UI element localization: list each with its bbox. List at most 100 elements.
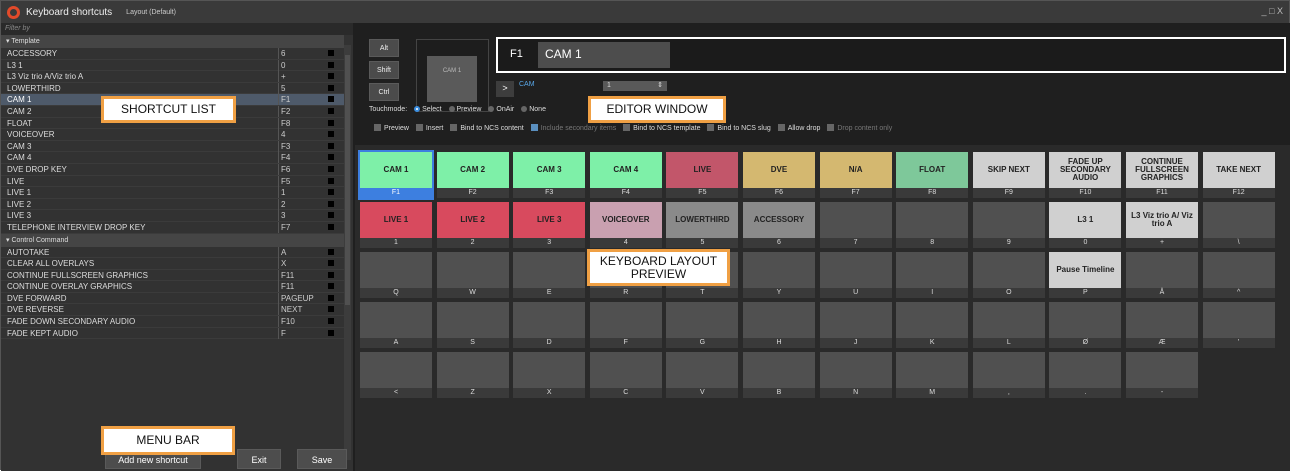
keyboard-key[interactable]: C: [589, 352, 662, 398]
window-controls[interactable]: _ □ X: [1262, 6, 1283, 16]
shortcut-key[interactable]: 5: [278, 82, 328, 94]
shortcut-key[interactable]: NEXT: [278, 304, 328, 316]
color-swatch-icon[interactable]: [328, 96, 334, 103]
color-swatch-icon[interactable]: [328, 200, 334, 207]
keyboard-key[interactable]: Å: [1126, 252, 1198, 298]
template-shortcut-row[interactable]: DVE DROP KEY F6: [1, 163, 344, 176]
keyboard-key[interactable]: W: [436, 252, 509, 298]
keyboard-key[interactable]: K: [896, 302, 969, 348]
option-bind-ncs-template[interactable]: Bind to NCS template: [633, 125, 700, 132]
control-section-header[interactable]: ▾ Control Command: [1, 233, 344, 247]
option-bind-ncs-content[interactable]: Bind to NCS content: [460, 125, 523, 132]
control-shortcut-row[interactable]: FADE KEPT AUDIO F: [1, 327, 344, 340]
keyboard-key[interactable]: ACCESSORY 6: [743, 202, 815, 248]
control-shortcut-row[interactable]: DVE FORWARD PAGEUP: [1, 292, 344, 305]
shortcut-key[interactable]: F11: [278, 281, 328, 293]
keyboard-key[interactable]: L3 1 0: [1049, 202, 1122, 248]
shortcut-key[interactable]: 3: [278, 210, 328, 222]
shift-modifier-button[interactable]: Shift: [369, 61, 399, 79]
control-shortcut-row[interactable]: CONTINUE OVERLAY GRAPHICS F11: [1, 281, 344, 293]
shortcut-key[interactable]: F3: [278, 140, 328, 152]
keyboard-key[interactable]: DVE F6: [743, 152, 815, 198]
radio-none-icon[interactable]: [521, 106, 528, 112]
keyboard-key[interactable]: N: [819, 352, 892, 398]
control-shortcut-row[interactable]: AUTOTAKE A: [1, 246, 344, 259]
touchmode-preview[interactable]: Preview: [457, 106, 482, 113]
keyboard-key[interactable]: FADE UP SECONDARY AUDIO F10: [1049, 152, 1122, 198]
keyboard-key[interactable]: V: [666, 352, 739, 398]
shortcut-key[interactable]: PAGEUP: [278, 292, 328, 304]
color-swatch-icon[interactable]: [328, 154, 334, 161]
checkbox-icon[interactable]: [623, 124, 631, 131]
template-shortcut-row[interactable]: ACCESSORY 6: [1, 48, 344, 60]
color-swatch-icon[interactable]: [328, 329, 334, 336]
keyboard-key[interactable]: FLOAT F8: [896, 152, 969, 198]
color-swatch-icon[interactable]: [328, 107, 334, 114]
color-swatch-icon[interactable]: [328, 119, 334, 126]
checkbox-checked-icon[interactable]: [530, 124, 538, 131]
radio-onair-icon[interactable]: [488, 106, 495, 112]
color-swatch-icon[interactable]: [328, 318, 334, 325]
shortcut-key[interactable]: F11: [278, 269, 328, 281]
color-swatch-icon[interactable]: [328, 50, 334, 56]
keyboard-key[interactable]: Q: [360, 252, 432, 298]
keyboard-key[interactable]: <: [360, 352, 432, 398]
keyboard-key[interactable]: LIVE 2 2: [436, 202, 509, 248]
keyboard-key[interactable]: 8: [896, 202, 969, 248]
keyboard-key[interactable]: A: [360, 302, 432, 348]
keyboard-key[interactable]: F: [589, 302, 662, 348]
keyboard-key[interactable]: O: [972, 252, 1045, 298]
shortcut-key[interactable]: F7: [278, 221, 328, 233]
list-scrollbar[interactable]: [344, 45, 351, 460]
control-shortcut-row[interactable]: CONTINUE FULLSCREEN GRAPHICS F11: [1, 269, 344, 282]
color-swatch-icon[interactable]: [328, 142, 334, 149]
template-shortcut-row[interactable]: CAM 3 F3: [1, 140, 344, 153]
keyboard-key[interactable]: -: [1126, 352, 1198, 398]
checkbox-icon[interactable]: [777, 124, 785, 131]
option-drop-content-only[interactable]: Drop content only: [837, 125, 892, 132]
checkbox-icon[interactable]: [827, 124, 835, 131]
color-swatch-icon[interactable]: [328, 212, 334, 219]
keyboard-key[interactable]: CONTINUE FULLSCREEN GRAPHICS F11: [1126, 152, 1198, 198]
keyboard-key[interactable]: U: [819, 252, 892, 298]
template-shortcut-row[interactable]: LIVE 3 3: [1, 210, 344, 222]
option-allow-drop[interactable]: Allow drop: [788, 125, 821, 132]
color-swatch-icon[interactable]: [328, 61, 334, 68]
keyboard-key[interactable]: ,: [972, 352, 1045, 398]
keyboard-key[interactable]: 9: [972, 202, 1045, 248]
shortcut-key[interactable]: A: [278, 246, 328, 258]
keyboard-key[interactable]: L: [972, 302, 1045, 348]
color-swatch-icon[interactable]: [328, 165, 334, 172]
keyboard-key[interactable]: H: [743, 302, 815, 348]
filter-input[interactable]: Filter by: [1, 23, 353, 35]
keyboard-key[interactable]: LIVE F5: [666, 152, 739, 198]
keyboard-key[interactable]: CAM 2 F2: [436, 152, 509, 198]
option-bind-ncs-slug[interactable]: Bind to NCS slug: [717, 125, 770, 132]
keyboard-key[interactable]: E: [513, 252, 586, 298]
key-name-input[interactable]: CAM 1: [538, 42, 670, 68]
keyboard-key[interactable]: CAM 4 F4: [589, 152, 662, 198]
checkbox-icon[interactable]: [707, 124, 715, 131]
keyboard-key[interactable]: S: [436, 302, 509, 348]
keyboard-key[interactable]: M: [896, 352, 969, 398]
radio-preview-icon[interactable]: [448, 106, 455, 112]
shortcut-key[interactable]: X: [278, 258, 328, 270]
exit-button[interactable]: Exit: [237, 449, 281, 469]
template-shortcut-row[interactable]: LOWERTHIRD 5: [1, 82, 344, 95]
control-shortcut-row[interactable]: DVE REVERSE NEXT: [1, 304, 344, 317]
color-swatch-icon[interactable]: [328, 177, 334, 184]
shortcut-key[interactable]: 2: [278, 198, 328, 210]
shortcut-key[interactable]: 6: [278, 48, 328, 59]
keyboard-key[interactable]: B: [743, 352, 815, 398]
radio-select-icon[interactable]: [414, 106, 421, 112]
touchmode-none[interactable]: None: [529, 106, 546, 113]
keyboard-key[interactable]: \: [1202, 202, 1275, 248]
color-swatch-icon[interactable]: [328, 283, 334, 290]
keyboard-key[interactable]: CAM 3 F3: [513, 152, 586, 198]
color-swatch-icon[interactable]: [328, 73, 334, 80]
shortcut-key[interactable]: 0: [278, 59, 328, 71]
keyboard-key[interactable]: ^: [1202, 252, 1275, 298]
option-include-secondary[interactable]: Include secondary items: [541, 125, 616, 132]
checkbox-icon[interactable]: [415, 124, 423, 131]
template-shortcut-row[interactable]: LIVE 2 2: [1, 198, 344, 211]
